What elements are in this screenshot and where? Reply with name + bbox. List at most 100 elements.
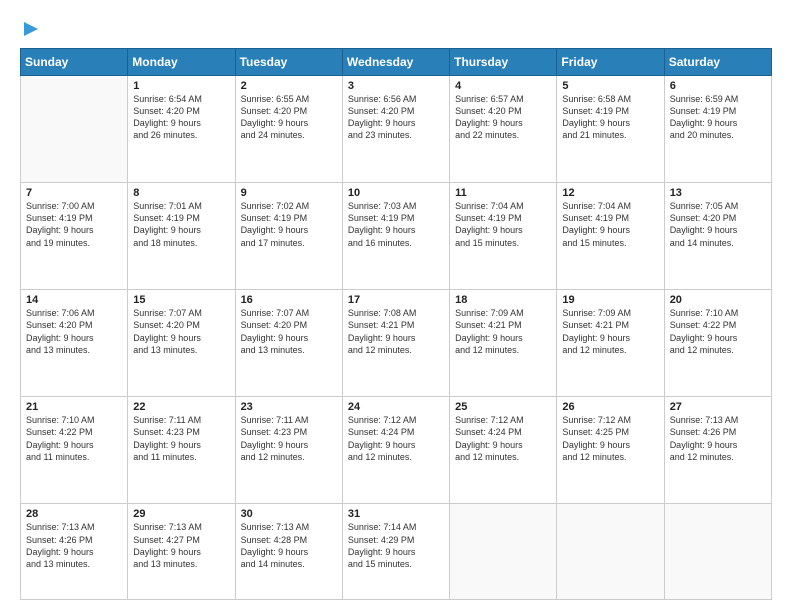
- day-number: 14: [26, 294, 122, 306]
- day-info: Sunrise: 7:01 AM Sunset: 4:19 PM Dayligh…: [133, 200, 229, 249]
- calendar-cell: [450, 504, 557, 600]
- day-number: 18: [455, 294, 551, 306]
- calendar-table: SundayMondayTuesdayWednesdayThursdayFrid…: [20, 48, 772, 600]
- day-number: 12: [562, 187, 658, 199]
- day-info: Sunrise: 7:00 AM Sunset: 4:19 PM Dayligh…: [26, 200, 122, 249]
- day-info: Sunrise: 7:09 AM Sunset: 4:21 PM Dayligh…: [455, 307, 551, 356]
- day-number: 28: [26, 508, 122, 520]
- day-number: 30: [241, 508, 337, 520]
- calendar-day-header: Sunday: [21, 49, 128, 76]
- calendar-cell: [21, 76, 128, 183]
- logo-arrow-icon: [22, 20, 40, 38]
- day-info: Sunrise: 7:13 AM Sunset: 4:26 PM Dayligh…: [26, 521, 122, 570]
- day-info: Sunrise: 7:11 AM Sunset: 4:23 PM Dayligh…: [241, 414, 337, 463]
- day-number: 10: [348, 187, 444, 199]
- day-info: Sunrise: 7:10 AM Sunset: 4:22 PM Dayligh…: [670, 307, 766, 356]
- calendar-cell: 18Sunrise: 7:09 AM Sunset: 4:21 PM Dayli…: [450, 290, 557, 397]
- calendar-cell: 31Sunrise: 7:14 AM Sunset: 4:29 PM Dayli…: [342, 504, 449, 600]
- logo: [20, 18, 40, 38]
- calendar-cell: 7Sunrise: 7:00 AM Sunset: 4:19 PM Daylig…: [21, 183, 128, 290]
- day-info: Sunrise: 7:13 AM Sunset: 4:26 PM Dayligh…: [670, 414, 766, 463]
- calendar-cell: 27Sunrise: 7:13 AM Sunset: 4:26 PM Dayli…: [664, 397, 771, 504]
- calendar-body: 1Sunrise: 6:54 AM Sunset: 4:20 PM Daylig…: [21, 76, 772, 600]
- day-info: Sunrise: 7:02 AM Sunset: 4:19 PM Dayligh…: [241, 200, 337, 249]
- calendar-cell: [664, 504, 771, 600]
- day-info: Sunrise: 7:11 AM Sunset: 4:23 PM Dayligh…: [133, 414, 229, 463]
- day-number: 16: [241, 294, 337, 306]
- calendar-cell: 20Sunrise: 7:10 AM Sunset: 4:22 PM Dayli…: [664, 290, 771, 397]
- page: SundayMondayTuesdayWednesdayThursdayFrid…: [0, 0, 792, 612]
- day-info: Sunrise: 7:05 AM Sunset: 4:20 PM Dayligh…: [670, 200, 766, 249]
- calendar-cell: 15Sunrise: 7:07 AM Sunset: 4:20 PM Dayli…: [128, 290, 235, 397]
- calendar-cell: 24Sunrise: 7:12 AM Sunset: 4:24 PM Dayli…: [342, 397, 449, 504]
- day-number: 21: [26, 401, 122, 413]
- calendar-day-header: Tuesday: [235, 49, 342, 76]
- calendar-cell: 6Sunrise: 6:59 AM Sunset: 4:19 PM Daylig…: [664, 76, 771, 183]
- calendar-cell: 14Sunrise: 7:06 AM Sunset: 4:20 PM Dayli…: [21, 290, 128, 397]
- day-info: Sunrise: 6:58 AM Sunset: 4:19 PM Dayligh…: [562, 93, 658, 142]
- calendar-week-row: 28Sunrise: 7:13 AM Sunset: 4:26 PM Dayli…: [21, 504, 772, 600]
- calendar-cell: 11Sunrise: 7:04 AM Sunset: 4:19 PM Dayli…: [450, 183, 557, 290]
- day-number: 22: [133, 401, 229, 413]
- calendar-week-row: 1Sunrise: 6:54 AM Sunset: 4:20 PM Daylig…: [21, 76, 772, 183]
- day-info: Sunrise: 7:13 AM Sunset: 4:28 PM Dayligh…: [241, 521, 337, 570]
- day-info: Sunrise: 7:14 AM Sunset: 4:29 PM Dayligh…: [348, 521, 444, 570]
- calendar-cell: [557, 504, 664, 600]
- calendar-header: SundayMondayTuesdayWednesdayThursdayFrid…: [21, 49, 772, 76]
- day-info: Sunrise: 7:06 AM Sunset: 4:20 PM Dayligh…: [26, 307, 122, 356]
- day-number: 15: [133, 294, 229, 306]
- calendar-cell: 25Sunrise: 7:12 AM Sunset: 4:24 PM Dayli…: [450, 397, 557, 504]
- day-info: Sunrise: 7:03 AM Sunset: 4:19 PM Dayligh…: [348, 200, 444, 249]
- day-number: 4: [455, 80, 551, 92]
- calendar-cell: 22Sunrise: 7:11 AM Sunset: 4:23 PM Dayli…: [128, 397, 235, 504]
- calendar-day-header: Monday: [128, 49, 235, 76]
- day-number: 7: [26, 187, 122, 199]
- calendar-cell: 12Sunrise: 7:04 AM Sunset: 4:19 PM Dayli…: [557, 183, 664, 290]
- day-info: Sunrise: 7:07 AM Sunset: 4:20 PM Dayligh…: [241, 307, 337, 356]
- calendar-cell: 4Sunrise: 6:57 AM Sunset: 4:20 PM Daylig…: [450, 76, 557, 183]
- day-info: Sunrise: 7:07 AM Sunset: 4:20 PM Dayligh…: [133, 307, 229, 356]
- calendar-cell: 8Sunrise: 7:01 AM Sunset: 4:19 PM Daylig…: [128, 183, 235, 290]
- calendar-day-header: Saturday: [664, 49, 771, 76]
- calendar-cell: 16Sunrise: 7:07 AM Sunset: 4:20 PM Dayli…: [235, 290, 342, 397]
- calendar-cell: 10Sunrise: 7:03 AM Sunset: 4:19 PM Dayli…: [342, 183, 449, 290]
- calendar-cell: 9Sunrise: 7:02 AM Sunset: 4:19 PM Daylig…: [235, 183, 342, 290]
- calendar-cell: 2Sunrise: 6:55 AM Sunset: 4:20 PM Daylig…: [235, 76, 342, 183]
- day-number: 9: [241, 187, 337, 199]
- calendar-cell: 17Sunrise: 7:08 AM Sunset: 4:21 PM Dayli…: [342, 290, 449, 397]
- day-info: Sunrise: 7:04 AM Sunset: 4:19 PM Dayligh…: [455, 200, 551, 249]
- day-info: Sunrise: 7:10 AM Sunset: 4:22 PM Dayligh…: [26, 414, 122, 463]
- calendar-day-header: Friday: [557, 49, 664, 76]
- day-info: Sunrise: 7:12 AM Sunset: 4:24 PM Dayligh…: [455, 414, 551, 463]
- calendar-cell: 19Sunrise: 7:09 AM Sunset: 4:21 PM Dayli…: [557, 290, 664, 397]
- calendar-cell: 29Sunrise: 7:13 AM Sunset: 4:27 PM Dayli…: [128, 504, 235, 600]
- day-info: Sunrise: 6:56 AM Sunset: 4:20 PM Dayligh…: [348, 93, 444, 142]
- day-info: Sunrise: 6:59 AM Sunset: 4:19 PM Dayligh…: [670, 93, 766, 142]
- calendar-cell: 23Sunrise: 7:11 AM Sunset: 4:23 PM Dayli…: [235, 397, 342, 504]
- calendar-week-row: 21Sunrise: 7:10 AM Sunset: 4:22 PM Dayli…: [21, 397, 772, 504]
- day-info: Sunrise: 7:04 AM Sunset: 4:19 PM Dayligh…: [562, 200, 658, 249]
- day-number: 2: [241, 80, 337, 92]
- header: [20, 18, 772, 38]
- day-number: 19: [562, 294, 658, 306]
- calendar-cell: 21Sunrise: 7:10 AM Sunset: 4:22 PM Dayli…: [21, 397, 128, 504]
- day-number: 6: [670, 80, 766, 92]
- calendar-week-row: 7Sunrise: 7:00 AM Sunset: 4:19 PM Daylig…: [21, 183, 772, 290]
- day-info: Sunrise: 6:55 AM Sunset: 4:20 PM Dayligh…: [241, 93, 337, 142]
- day-number: 29: [133, 508, 229, 520]
- day-number: 31: [348, 508, 444, 520]
- day-info: Sunrise: 6:57 AM Sunset: 4:20 PM Dayligh…: [455, 93, 551, 142]
- calendar-day-header: Wednesday: [342, 49, 449, 76]
- calendar-header-row: SundayMondayTuesdayWednesdayThursdayFrid…: [21, 49, 772, 76]
- day-number: 25: [455, 401, 551, 413]
- day-info: Sunrise: 7:12 AM Sunset: 4:24 PM Dayligh…: [348, 414, 444, 463]
- calendar-week-row: 14Sunrise: 7:06 AM Sunset: 4:20 PM Dayli…: [21, 290, 772, 397]
- calendar-cell: 1Sunrise: 6:54 AM Sunset: 4:20 PM Daylig…: [128, 76, 235, 183]
- day-number: 11: [455, 187, 551, 199]
- logo-line: [20, 18, 40, 38]
- day-number: 24: [348, 401, 444, 413]
- day-info: Sunrise: 6:54 AM Sunset: 4:20 PM Dayligh…: [133, 93, 229, 142]
- day-number: 8: [133, 187, 229, 199]
- day-info: Sunrise: 7:09 AM Sunset: 4:21 PM Dayligh…: [562, 307, 658, 356]
- day-number: 5: [562, 80, 658, 92]
